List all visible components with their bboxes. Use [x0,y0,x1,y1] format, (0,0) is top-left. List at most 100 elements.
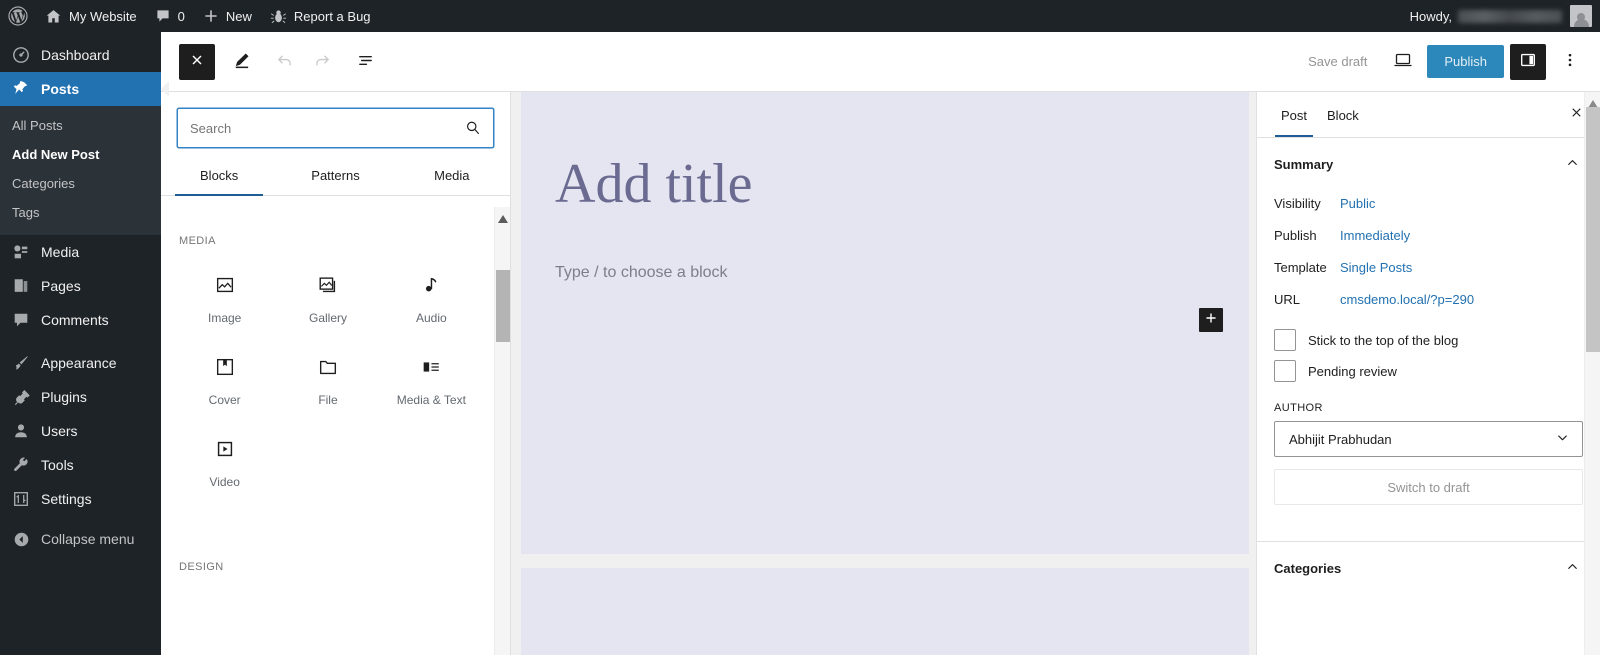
edit-mode-button[interactable] [223,44,259,80]
account-menu[interactable]: Howdy, [1410,9,1562,24]
sidebar-item-posts[interactable]: Posts [0,72,169,106]
value-template[interactable]: Single Posts [1340,260,1412,275]
search-input[interactable] [178,120,464,136]
categories-panel-header[interactable]: Categories [1257,542,1600,591]
block-item-cover[interactable]: Cover [173,341,276,417]
media-icon [11,243,31,261]
post-content-sheet-secondary[interactable] [521,568,1249,655]
comments-count: 0 [177,8,185,24]
new-content-menu[interactable]: New [194,0,261,32]
block-label-gallery: Gallery [308,311,347,325]
block-item-gallery[interactable]: Gallery [276,259,379,335]
preview-button[interactable] [1385,44,1421,80]
add-block-button[interactable] [1199,308,1223,332]
inserter-scrollbar-thumb[interactable] [496,270,510,342]
sidebar-item-plugins[interactable]: Plugins [0,380,161,414]
editor-header-toolbar: Save draft Publish [161,32,1600,92]
sidebar-item-settings[interactable]: Settings [0,482,161,516]
block-label-video: Video [209,475,240,489]
inserter-block-list: MEDIA Image Gallery Audio Cover File Med… [161,207,495,655]
sidebar-item-appearance[interactable]: Appearance [0,346,161,380]
save-draft-button[interactable]: Save draft [1296,46,1379,77]
submenu-item-all-posts[interactable]: All Posts [0,112,161,141]
tab-media[interactable]: Media [394,162,510,195]
image-icon [214,273,236,297]
search-field[interactable] [177,108,494,148]
checkbox-sticky[interactable] [1274,329,1296,351]
bug-icon [270,8,287,25]
sidebar-item-pages[interactable]: Pages [0,269,161,303]
tab-patterns[interactable]: Patterns [277,162,393,195]
checkbox-pending-review[interactable] [1274,360,1296,382]
value-url[interactable]: cmsdemo.local/?p=290 [1340,292,1474,307]
switch-to-draft-button[interactable]: Switch to draft [1274,469,1583,505]
tab-block[interactable]: Block [1317,94,1369,136]
list-view-button[interactable] [347,44,383,80]
section-title-media: MEDIA [179,235,216,247]
sidebar-label-pages: Pages [41,278,81,295]
wp-logo-button[interactable] [0,0,36,32]
block-label-image: Image [207,311,242,325]
submenu-item-add-new-post[interactable]: Add New Post [0,141,161,170]
block-item-media-text[interactable]: Media & Text [380,341,483,417]
sidebar-item-comments[interactable]: Comments [0,303,161,337]
site-name-menu[interactable]: My Website [36,0,146,32]
label-url: URL [1274,291,1301,307]
sidebar-label-plugins: Plugins [41,389,87,406]
sidebar-item-users[interactable]: Users [0,414,161,448]
settings-scrollbar-thumb[interactable] [1586,107,1600,352]
plus-icon [1204,311,1218,330]
wrench-icon [11,456,31,474]
post-content-sheet[interactable]: Add title Type / to choose a block [521,92,1249,554]
report-bug-menu[interactable]: Report a Bug [261,0,380,32]
author-select[interactable]: Abhijit Prabhudan [1274,421,1583,457]
sidebar-label-settings: Settings [41,491,92,508]
redo-arrow-icon [313,51,332,73]
file-folder-icon [317,355,339,379]
checkbox-row-sticky[interactable]: Stick to the top of the blog [1274,329,1583,351]
block-item-file[interactable]: File [276,341,379,417]
close-editor-button[interactable] [179,43,215,80]
comments-menu[interactable]: 0 [146,0,194,32]
publish-button[interactable]: Publish [1427,45,1504,78]
settings-sidebar-toggle[interactable] [1510,43,1546,80]
collapse-menu-button[interactable]: Collapse menu [0,522,161,556]
undo-button[interactable] [266,44,302,80]
sidebar-item-media[interactable]: Media [0,235,161,269]
submenu-item-tags[interactable]: Tags [0,199,161,228]
submenu-item-categories[interactable]: Categories [0,170,161,199]
pencil-edit-icon [232,51,251,73]
value-publish[interactable]: Immediately [1340,228,1410,243]
site-name-label: My Website [69,8,137,24]
paragraph-block-placeholder[interactable]: Type / to choose a block [521,216,1249,282]
label-template: Template [1274,259,1327,275]
value-visibility[interactable]: Public [1340,196,1375,211]
block-item-video[interactable]: Video [173,423,276,499]
sidebar-item-dashboard[interactable]: Dashboard [0,38,161,72]
checkbox-row-pending-review[interactable]: Pending review [1274,360,1583,382]
tab-post[interactable]: Post [1271,94,1317,137]
sidebar-label-posts: Posts [41,81,80,97]
block-item-audio[interactable]: Audio [380,259,483,335]
summary-panel-header[interactable]: Summary [1257,138,1600,187]
scroll-up-arrow-icon[interactable] [498,210,508,228]
inserter-scrollbar[interactable] [494,207,510,655]
block-label-cover: Cover [208,393,241,407]
tab-blocks[interactable]: Blocks [161,162,277,196]
sliders-icon [11,490,31,508]
pin-icon [11,80,31,98]
menu-separator [0,337,161,346]
settings-scrollbar[interactable] [1584,92,1600,655]
redo-button[interactable] [304,44,340,80]
comment-bubble-icon [155,8,171,24]
post-title-input[interactable]: Add title [521,92,1249,216]
summary-row-publish: Publish Immediately [1274,219,1583,251]
sidebar-item-tools[interactable]: Tools [0,448,161,482]
more-options-button[interactable] [1552,44,1588,80]
audio-note-icon [420,273,442,297]
block-item-image[interactable]: Image [173,259,276,335]
chevron-up-icon [1565,559,1580,577]
checkbox-label-pending-review: Pending review [1308,363,1397,379]
avatar[interactable] [1570,5,1592,27]
desktop-preview-icon [1393,50,1413,73]
